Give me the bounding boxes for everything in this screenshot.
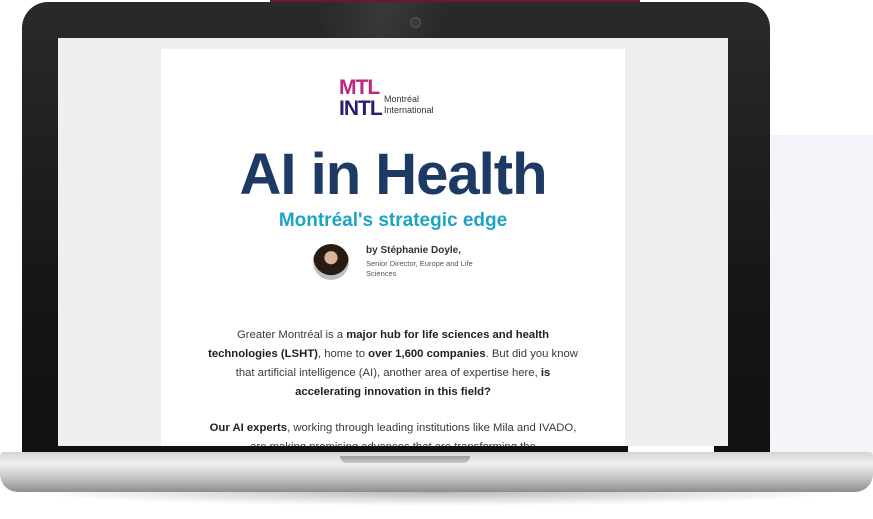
logo-mark-line1: MTL bbox=[339, 76, 380, 99]
para1-text2: , home to bbox=[317, 348, 369, 360]
lid-glare bbox=[322, 2, 442, 42]
background-panel bbox=[760, 135, 873, 475]
author-avatar bbox=[313, 244, 349, 280]
logo-name-line2: International bbox=[384, 105, 434, 115]
author-block: by Stéphanie Doyle, Senior Director, Eur… bbox=[313, 242, 513, 297]
second-paragraph: Our AI experts, working through leading … bbox=[207, 419, 579, 446]
logo-name-line1: Montréal bbox=[384, 94, 420, 104]
laptop-shadow bbox=[20, 492, 853, 506]
webcam-icon bbox=[410, 17, 421, 28]
laptop-lid: MTL INTL Montréal International AI in He… bbox=[22, 2, 770, 478]
author-role: Senior Director, Europe and Life Science… bbox=[366, 259, 473, 278]
para2-bold1: Our AI experts bbox=[209, 422, 288, 434]
newsletter-page[interactable]: MTL INTL Montréal International AI in He… bbox=[161, 49, 625, 446]
laptop-hinge-notch bbox=[340, 456, 470, 463]
intro-paragraph: Greater Montréal is a major hub for life… bbox=[207, 326, 579, 402]
logo-mark: MTL INTL bbox=[339, 76, 383, 123]
laptop-screen: MTL INTL Montréal International AI in He… bbox=[58, 38, 728, 446]
montreal-international-logo[interactable]: MTL INTL Montréal International bbox=[339, 77, 459, 123]
author-byline: by Stéphanie Doyle, bbox=[366, 245, 462, 256]
para1-text1: Greater Montréal is a bbox=[236, 329, 347, 341]
logo-wordmark: Montréal International bbox=[384, 94, 434, 116]
newsletter-subhead: Montréal's strategic edge bbox=[278, 210, 508, 231]
newsletter-headline: AI in Health bbox=[239, 142, 547, 207]
para1-bold2: over 1,600 companies bbox=[368, 348, 486, 360]
para2-text1: , working through leading institutions l… bbox=[250, 422, 577, 446]
logo-mark-line2: INTL bbox=[339, 97, 383, 120]
